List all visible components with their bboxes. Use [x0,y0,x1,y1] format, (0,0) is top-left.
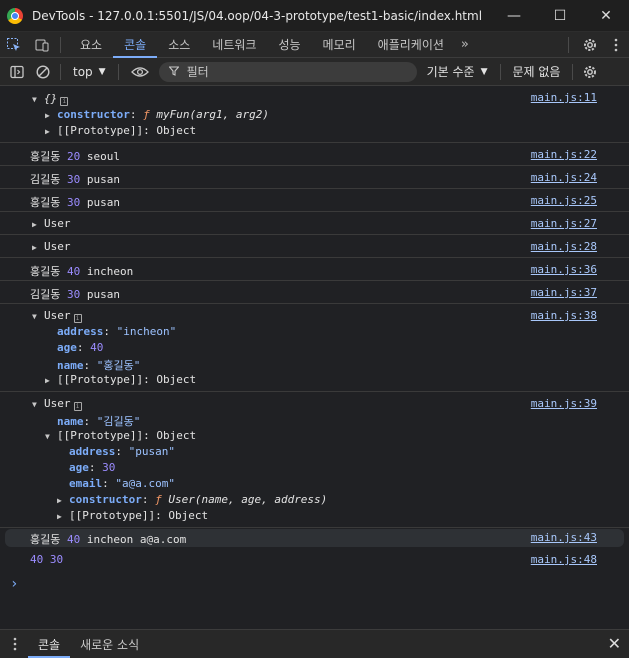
object-property[interactable]: ▶ constructor: ƒ User(name, age, address) [57,493,327,506]
collapsed-triangle-icon: ▶ [57,512,62,521]
console-message: 김길동 30 pusan main.js:37 [0,281,629,304]
source-link[interactable]: main.js:27 [531,217,597,230]
collapsed-triangle-icon: ▶ [45,376,50,385]
drawer-tab-bar: 콘솔 새로운 소식 ✕ [0,629,629,658]
settings-gear-icon[interactable] [577,32,603,58]
expanded-triangle-icon: ▼ [32,95,37,104]
object-property: name: "홍길동" [57,359,141,372]
object-property: address: "pusan" [69,445,175,458]
tab-performance[interactable]: 성능 [267,32,311,58]
drawer-tab-whats-new[interactable]: 새로운 소식 [70,630,149,658]
filter-placeholder: 필터 [186,65,209,79]
info-icon: i [60,97,69,106]
maximize-button[interactable]: ☐ [537,0,583,32]
devtools-tab-bar: 요소 콘솔 소스 네트워크 성능 메모리 애플리케이션 » [0,32,629,58]
source-link[interactable]: main.js:39 [531,397,597,410]
source-link[interactable]: main.js:22 [531,148,597,161]
object-expander[interactable]: ▶ User [32,217,71,230]
info-icon: i [73,402,82,411]
console-message: 홍길동 40 incheon main.js:36 [0,258,629,281]
console-message: 홍길동 30 pusan main.js:25 [0,189,629,212]
title-bar: DevTools - 127.0.0.1:5501/JS/04.oop/04-3… [0,0,629,32]
source-link[interactable]: main.js:43 [531,531,597,544]
drawer-tab-console[interactable]: 콘솔 [28,630,71,658]
expanded-triangle-icon: ▼ [32,312,37,321]
source-link[interactable]: main.js:36 [531,263,597,276]
tab-application[interactable]: 애플리케이션 [367,32,455,58]
log-level-label: 기본 수준 [426,65,475,79]
clear-console-icon[interactable] [30,59,56,85]
console-toolbar: top ▼ 필터 기본 수준 ▼ 문제 없음 [0,58,629,86]
object-property: address: "incheon" [57,325,177,338]
issues-counter[interactable]: 문제 없음 [513,63,561,80]
collapsed-triangle-icon: ▶ [45,127,50,136]
object-expander[interactable]: ▼ User i [32,309,82,323]
dropdown-arrow-icon: ▼ [98,66,106,77]
inspect-element-icon[interactable] [0,32,28,58]
info-icon: i [73,314,82,323]
source-link[interactable]: main.js:25 [531,194,597,207]
object-property[interactable]: ▶ constructor: ƒ myFun(arg1, arg2) [45,108,269,121]
object-expander[interactable]: ▶ User [32,240,71,253]
console-message: 홍길동 20 seoul main.js:22 [0,143,629,166]
console-message: ▼{} i main.js:11 ▶ constructor: ƒ myFun(ar… [0,87,629,143]
console-message: ▶ User main.js:28 [0,235,629,258]
console-message-highlighted: 홍길동 40 incheon a@a.com main.js:43 [5,529,624,547]
filter-funnel-icon [167,65,180,79]
close-window-button[interactable]: ✕ [583,0,629,32]
tab-console[interactable]: 콘솔 [113,32,158,58]
console-message: 40 30 main.js:48 [30,553,597,566]
filter-input[interactable]: 필터 [158,61,417,82]
object-property: age: 40 [57,341,104,354]
object-property: email: "a@a.com" [69,477,175,490]
close-drawer-icon[interactable]: ✕ [608,634,621,653]
live-expression-eye-icon[interactable] [127,59,153,85]
source-link[interactable]: main.js:24 [531,171,597,184]
kebab-menu-icon[interactable] [603,32,629,58]
console-message: 김길동 30 pusan main.js:24 [0,166,629,189]
collapsed-triangle-icon: ▶ [57,496,62,505]
console-message: ▼ User i main.js:39 name: "김길동" ▼ [[Prototy… [0,392,629,528]
sidebar-toggle-icon[interactable] [4,59,30,85]
tab-sources[interactable]: 소스 [157,32,201,58]
window-title: DevTools - 127.0.0.1:5501/JS/04.oop/04-3… [32,8,483,23]
console-messages: ▼{} i main.js:11 ▶ constructor: ƒ myFun(ar… [0,87,629,629]
device-toolbar-icon[interactable] [28,32,56,58]
console-message: ▼ User i main.js:38 address: "incheon" age… [0,304,629,392]
console-message: ▶ User main.js:27 [0,212,629,235]
prototype-property[interactable]: ▼ [[Prototype]]: Object [45,429,196,442]
tab-network[interactable]: 네트워크 [201,32,267,58]
console-prompt[interactable]: › [10,576,18,592]
prototype-property[interactable]: ▶ [[Prototype]]: Object [45,124,196,137]
more-tabs-icon[interactable]: » [455,37,475,52]
source-link[interactable]: main.js:11 [531,91,597,104]
source-link[interactable]: main.js:28 [531,240,597,253]
dropdown-arrow-icon: ▼ [480,66,488,77]
console-settings-gear-icon[interactable] [577,59,603,85]
expanded-triangle-icon: ▼ [45,432,50,441]
log-level-selector[interactable]: 기본 수준 ▼ [427,63,488,80]
object-property: age: 30 [69,461,116,474]
source-link[interactable]: main.js:48 [531,553,597,566]
context-label: top [73,64,93,79]
collapsed-triangle-icon: ▶ [32,243,37,252]
object-expander[interactable]: ▼ User i [32,397,82,411]
chrome-icon [7,7,23,24]
collapsed-triangle-icon: ▶ [45,111,50,120]
prototype-property[interactable]: ▶ [[Prototype]]: Object [45,373,196,386]
prototype-property[interactable]: ▶ [[Prototype]]: Object [57,509,208,522]
source-link[interactable]: main.js:38 [531,309,597,322]
source-link[interactable]: main.js:37 [531,286,597,299]
collapsed-triangle-icon: ▶ [32,220,37,229]
tab-memory[interactable]: 메모리 [312,32,367,58]
tab-elements[interactable]: 요소 [69,32,113,58]
context-selector[interactable]: top ▼ [65,65,114,79]
expanded-triangle-icon: ▼ [32,400,37,409]
drawer-menu-icon[interactable] [2,631,28,657]
object-property: name: "김길동" [57,415,141,428]
minimize-button[interactable]: — [491,0,537,32]
object-expander[interactable]: ▼{} i [32,92,69,106]
